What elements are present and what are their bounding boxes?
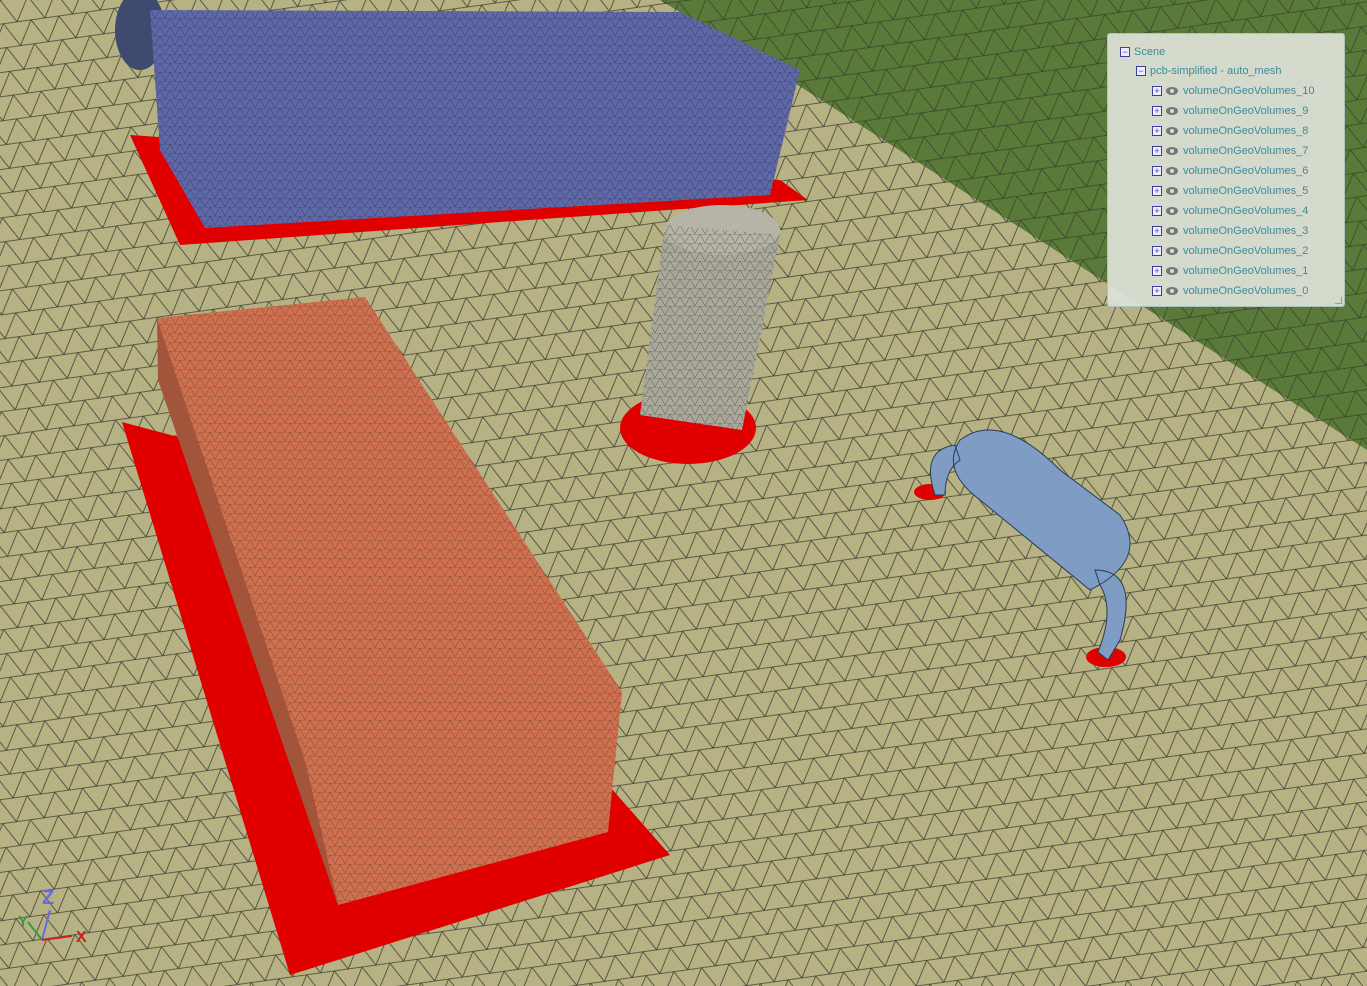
tree-node-label: volumeOnGeoVolumes_6	[1183, 165, 1309, 177]
expand-icon[interactable]: +	[1152, 226, 1162, 236]
expand-icon[interactable]: +	[1152, 126, 1162, 136]
eye-icon[interactable]	[1166, 147, 1178, 155]
eye-icon[interactable]	[1166, 247, 1178, 255]
collapse-icon[interactable]: −	[1136, 66, 1146, 76]
tree-node-volume[interactable]: + volumeOnGeoVolumes_10	[1152, 83, 1314, 99]
tree-node-label: volumeOnGeoVolumes_7	[1183, 145, 1309, 157]
tree-node-volume[interactable]: + volumeOnGeoVolumes_1	[1152, 263, 1308, 279]
axis-x-label: X	[76, 929, 87, 946]
tree-node-scene[interactable]: − Scene	[1120, 44, 1165, 60]
eye-icon[interactable]	[1166, 107, 1178, 115]
tree-node-volume[interactable]: + volumeOnGeoVolumes_3	[1152, 223, 1308, 239]
expand-icon[interactable]: +	[1152, 86, 1162, 96]
axis-y-label: Y	[18, 913, 28, 930]
tree-node-volume[interactable]: + volumeOnGeoVolumes_5	[1152, 183, 1308, 199]
tree-node-label: volumeOnGeoVolumes_1	[1183, 265, 1309, 277]
tree-node-label: volumeOnGeoVolumes_2	[1183, 245, 1309, 257]
tree-node-label: volumeOnGeoVolumes_4	[1183, 205, 1309, 217]
eye-icon[interactable]	[1166, 187, 1178, 195]
resize-handle[interactable]	[1335, 297, 1342, 304]
expand-icon[interactable]: +	[1152, 146, 1162, 156]
expand-icon[interactable]: +	[1152, 266, 1162, 276]
expand-icon[interactable]: +	[1152, 246, 1162, 256]
tree-node-label: volumeOnGeoVolumes_3	[1183, 225, 1309, 237]
eye-icon[interactable]	[1166, 287, 1178, 295]
tree-node-volume[interactable]: + volumeOnGeoVolumes_6	[1152, 163, 1308, 179]
eye-icon[interactable]	[1166, 127, 1178, 135]
tree-node-volume[interactable]: + volumeOnGeoVolumes_2	[1152, 243, 1308, 259]
eye-icon[interactable]	[1166, 167, 1178, 175]
tree-node-volume[interactable]: + volumeOnGeoVolumes_0	[1152, 283, 1308, 299]
expand-icon[interactable]: +	[1152, 286, 1162, 296]
axis-triad: Z Y X	[18, 887, 87, 946]
eye-icon[interactable]	[1166, 267, 1178, 275]
tree-node-label: Scene	[1134, 46, 1166, 58]
scene-tree-panel: − Scene − pcb-simplified - auto_mesh + vo…	[1107, 33, 1345, 307]
tree-node-model[interactable]: − pcb-simplified - auto_mesh	[1136, 63, 1281, 79]
expand-icon[interactable]: +	[1152, 166, 1162, 176]
tree-node-label: volumeOnGeoVolumes_10	[1183, 85, 1315, 97]
tree-node-volume[interactable]: + volumeOnGeoVolumes_8	[1152, 123, 1308, 139]
tree-node-label: pcb-simplified - auto_mesh	[1150, 65, 1282, 77]
eye-icon[interactable]	[1166, 207, 1178, 215]
tree-node-label: volumeOnGeoVolumes_5	[1183, 185, 1309, 197]
expand-icon[interactable]: +	[1152, 206, 1162, 216]
tree-node-label: volumeOnGeoVolumes_0	[1183, 285, 1309, 297]
tree-node-label: volumeOnGeoVolumes_8	[1183, 125, 1309, 137]
eye-icon[interactable]	[1166, 87, 1178, 95]
expand-icon[interactable]: +	[1152, 106, 1162, 116]
tree-node-volume[interactable]: + volumeOnGeoVolumes_7	[1152, 143, 1308, 159]
tree-node-volume[interactable]: + volumeOnGeoVolumes_9	[1152, 103, 1308, 119]
collapse-icon[interactable]: −	[1120, 47, 1130, 57]
tree-node-volume[interactable]: + volumeOnGeoVolumes_4	[1152, 203, 1308, 219]
eye-icon[interactable]	[1166, 227, 1178, 235]
expand-icon[interactable]: +	[1152, 186, 1162, 196]
tree-node-label: volumeOnGeoVolumes_9	[1183, 105, 1309, 117]
axis-z-label: Z	[42, 887, 54, 909]
